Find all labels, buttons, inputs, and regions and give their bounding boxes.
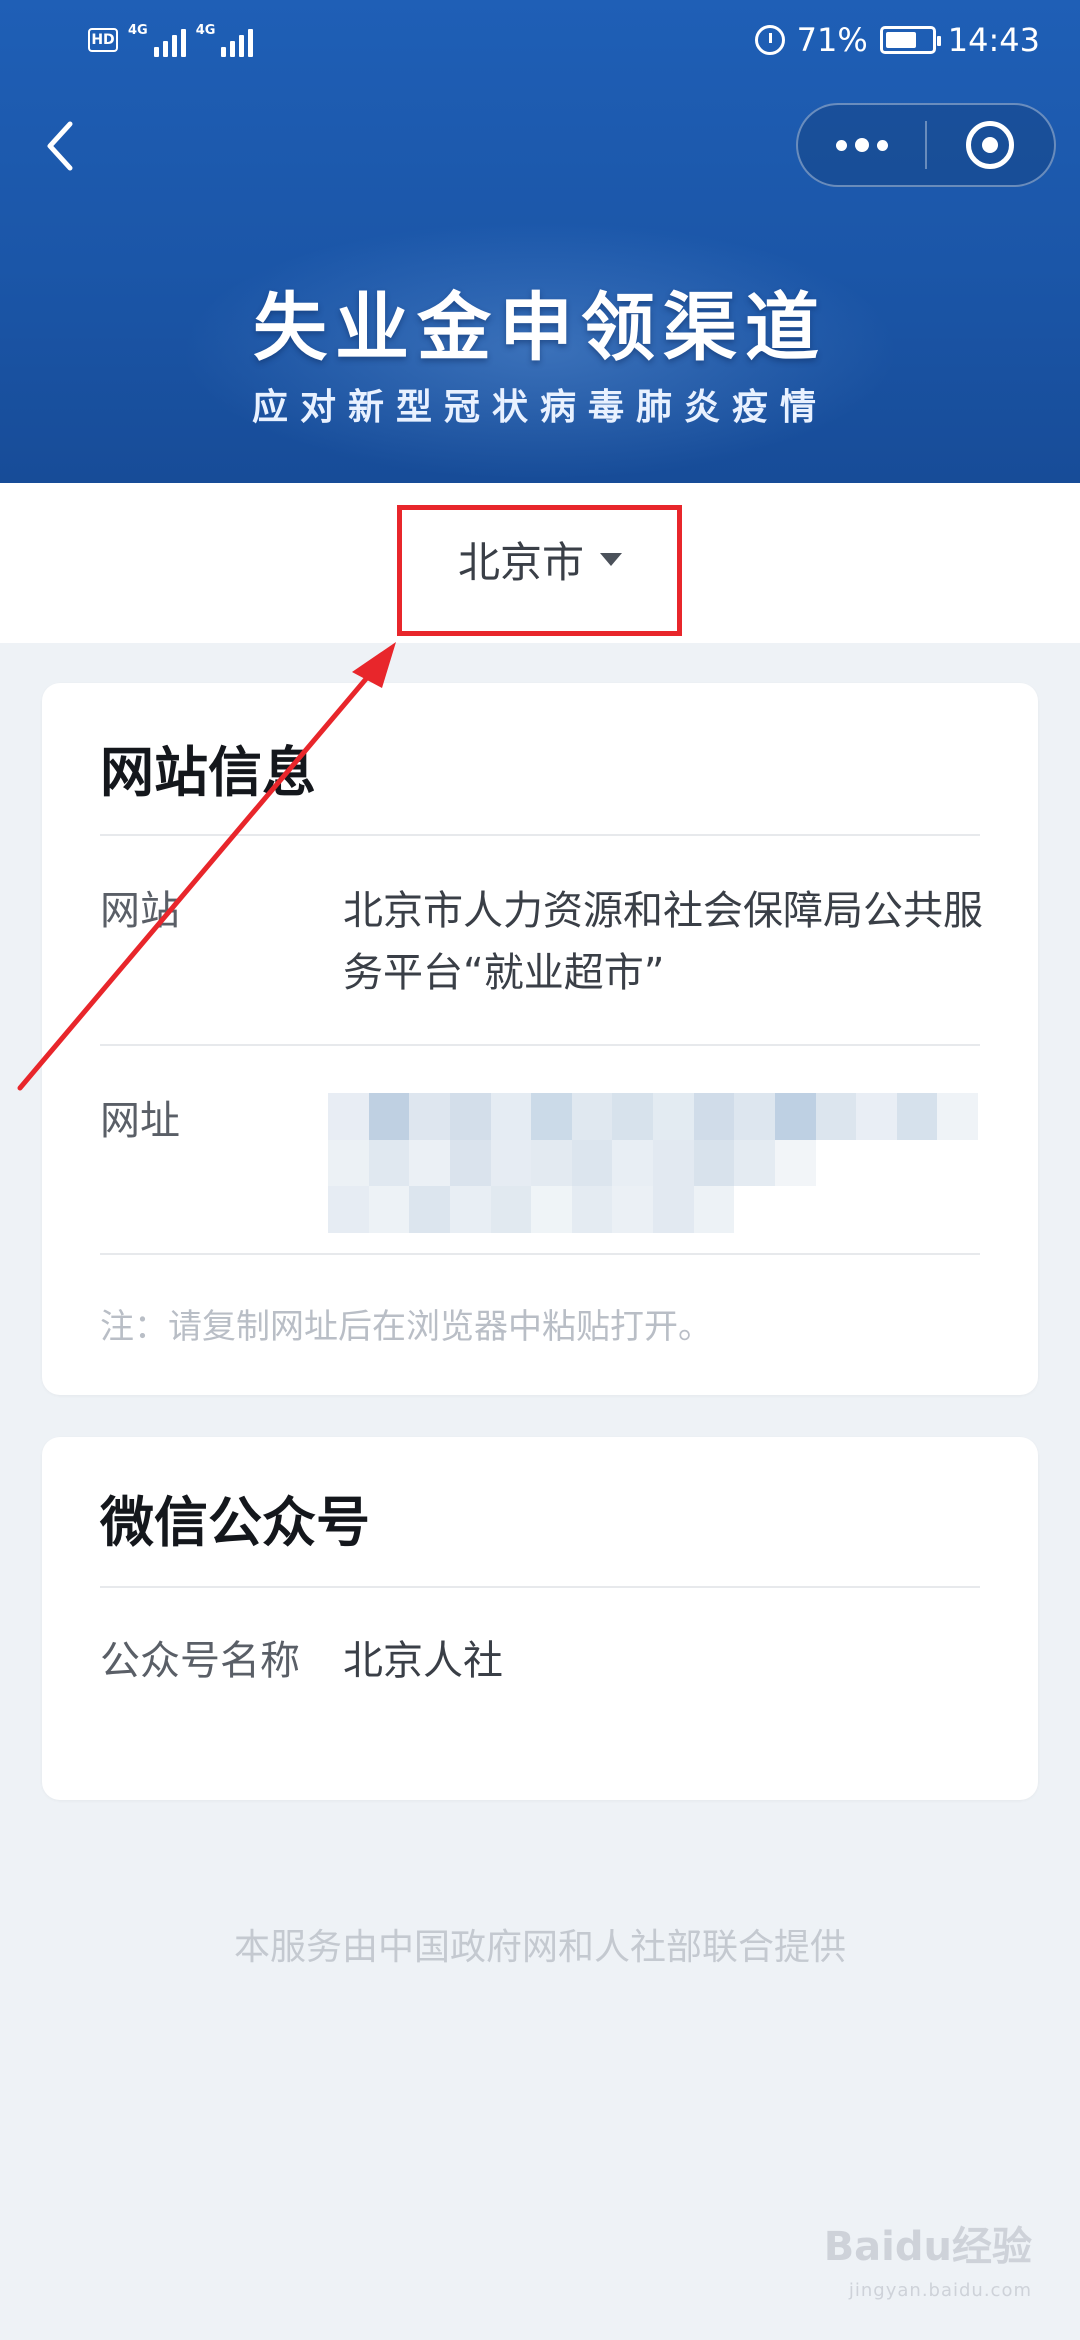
url-value-blurred[interactable] (328, 1093, 978, 1233)
copy-url-note: 注：请复制网址后在浏览器中粘贴打开。 (100, 1307, 712, 1347)
divider (100, 1044, 980, 1046)
more-dot-icon (835, 139, 847, 151)
hd-badge: HD (88, 28, 118, 52)
network-label: 4G (128, 23, 148, 38)
miniprogram-capsule (796, 103, 1056, 187)
annotation-highlight-box (397, 505, 682, 636)
baidu-jingyan-watermark: Baidu经验 jingyan.baidu.com (824, 2225, 1032, 2313)
watermark-text: Baidu经验 (823, 2224, 1032, 2270)
battery-icon (879, 26, 941, 54)
alarm-icon (754, 25, 785, 55)
divider (100, 834, 980, 836)
more-dot-icon (854, 138, 869, 152)
watermark-sub: jingyan.baidu.com (848, 2280, 1032, 2301)
page-header: HD 4G 4G 71% 14:43 失业金申领渠道 应对新型冠状病毒肺炎疫情 (0, 0, 1080, 483)
network-label-secondary: 4G (195, 23, 216, 38)
divider (100, 1586, 980, 1588)
battery-percent: 71% (796, 21, 868, 59)
status-right: 71% 14:43 (754, 18, 1040, 62)
status-left: HD 4G 4G (88, 22, 254, 58)
wechat-card-title: 微信公众号 (100, 1491, 370, 1554)
banner-title: 失业金申领渠道 (253, 285, 827, 371)
url-label: 网址 (100, 1098, 180, 1144)
more-dot-icon (876, 139, 888, 151)
chevron-left-icon (47, 121, 73, 171)
account-name-label: 公众号名称 (100, 1638, 300, 1684)
target-icon (966, 121, 1015, 169)
site-value: 北京市人力资源和社会保障局公共服务平台“就业超市” (343, 888, 983, 996)
divider (100, 1253, 980, 1255)
service-provider-footer: 本服务由中国政府网和人社部联合提供 (233, 1927, 846, 1968)
status-bar: HD 4G 4G 71% 14:43 (0, 0, 1080, 80)
site-label: 网站 (100, 888, 180, 934)
more-button[interactable] (798, 105, 925, 185)
account-name-value: 北京人社 (343, 1638, 503, 1684)
website-card-title: 网站信息 (100, 741, 316, 804)
banner-subtitle: 应对新型冠状病毒肺炎疫情 (251, 387, 828, 428)
clock: 14:43 (947, 21, 1040, 59)
close-miniprogram-button[interactable] (927, 105, 1054, 185)
back-button[interactable] (40, 118, 80, 174)
signal-icon-secondary: 4G (196, 23, 254, 57)
signal-icon: 4G (128, 23, 186, 57)
